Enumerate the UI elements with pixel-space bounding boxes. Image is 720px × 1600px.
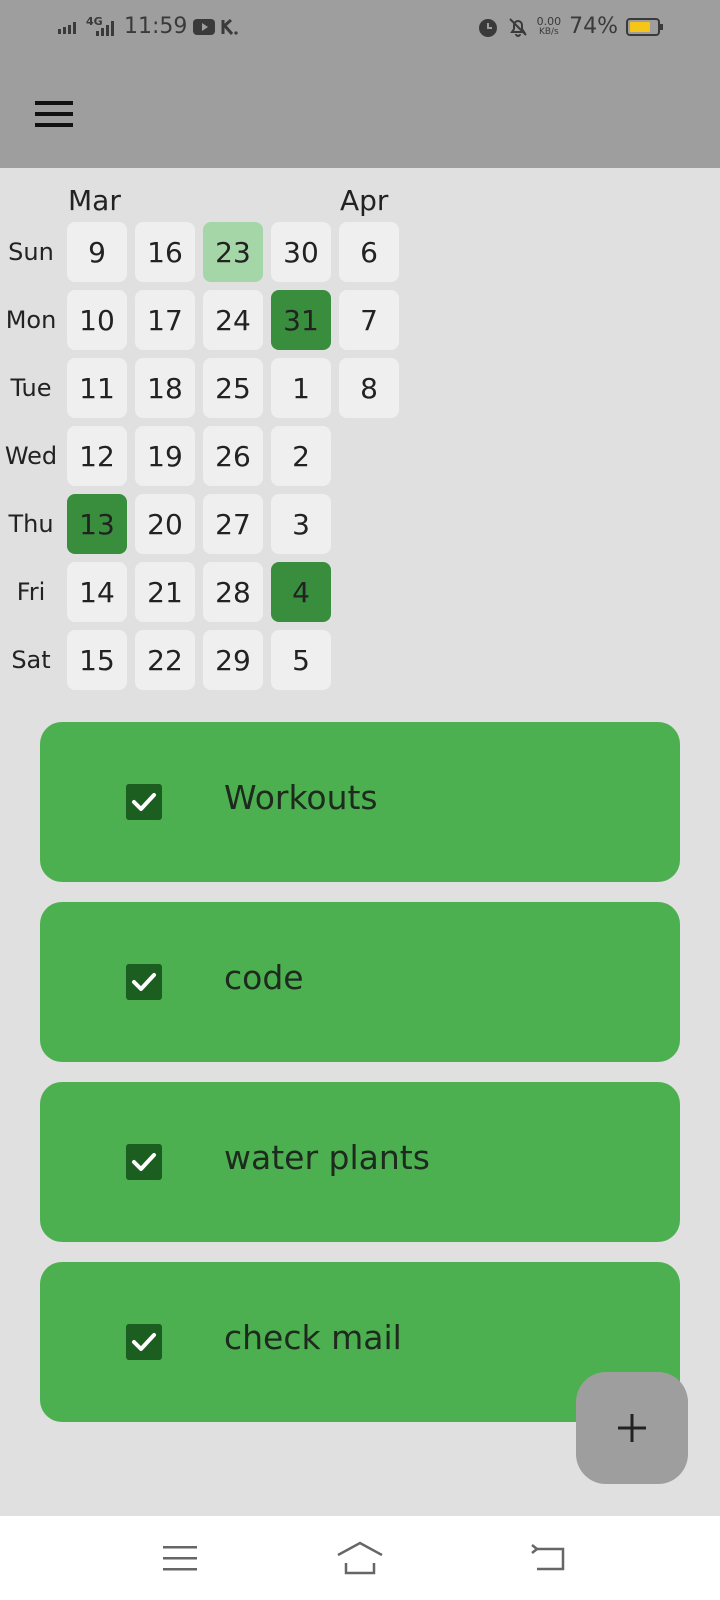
calendar-day-cell[interactable]: 7 bbox=[339, 290, 399, 350]
calendar-day-cell[interactable]: 21 bbox=[135, 562, 195, 622]
bell-off-icon bbox=[508, 17, 527, 37]
calendar-day-cell[interactable]: 4 bbox=[271, 562, 331, 622]
calendar-day-cell[interactable]: 10 bbox=[67, 290, 127, 350]
back-button[interactable] bbox=[518, 1536, 578, 1580]
recents-icon bbox=[163, 1546, 197, 1571]
day-name-wed: Wed bbox=[4, 442, 58, 470]
status-right: 0.00 KB/s 74% bbox=[477, 14, 664, 39]
check-icon bbox=[132, 793, 156, 811]
habit-label: water plants bbox=[224, 1138, 430, 1177]
habit-label: Workouts bbox=[224, 778, 378, 817]
calendar-day-cell[interactable]: 28 bbox=[203, 562, 263, 622]
calendar-day-cell[interactable]: 2 bbox=[271, 426, 331, 486]
speed-value: 0.00 bbox=[536, 14, 562, 28]
calendar-day-cell[interactable]: 17 bbox=[135, 290, 195, 350]
signal-icon bbox=[58, 21, 76, 34]
recents-button[interactable] bbox=[150, 1536, 210, 1580]
clock: 11:59 bbox=[124, 14, 188, 39]
network-speed: 0.00 KB/s bbox=[537, 16, 562, 38]
system-nav-bar bbox=[0, 1516, 720, 1600]
month-label-mar: Mar bbox=[68, 184, 121, 217]
calendar-day-cell[interactable]: 30 bbox=[271, 222, 331, 282]
habit-checkbox[interactable] bbox=[126, 1324, 162, 1360]
calendar-day-cell[interactable]: 3 bbox=[271, 494, 331, 554]
status-left: 4G 11:59 bbox=[58, 14, 239, 39]
calendar-day-cell[interactable]: 1 bbox=[271, 358, 331, 418]
day-name-tue: Tue bbox=[10, 374, 52, 402]
calendar-day-cell[interactable]: 9 bbox=[67, 222, 127, 282]
signal-4g-icon: 4G bbox=[86, 16, 118, 38]
home-button[interactable] bbox=[330, 1536, 390, 1580]
calendar-day-cell[interactable]: 29 bbox=[203, 630, 263, 690]
habit-card[interactable]: code bbox=[40, 902, 680, 1062]
check-icon bbox=[132, 973, 156, 991]
calendar-day-cell[interactable]: 8 bbox=[339, 358, 399, 418]
calendar-day-cell[interactable]: 26 bbox=[203, 426, 263, 486]
month-label-apr: Apr bbox=[340, 184, 389, 217]
battery-icon bbox=[626, 17, 663, 36]
calendar-day-cell[interactable]: 13 bbox=[67, 494, 127, 554]
day-name-thu: Thu bbox=[8, 510, 54, 538]
day-name-sat: Sat bbox=[11, 646, 51, 674]
calendar-day-cell[interactable]: 6 bbox=[339, 222, 399, 282]
menu-icon bbox=[35, 101, 73, 127]
calendar-day-cell[interactable]: 18 bbox=[135, 358, 195, 418]
check-icon bbox=[132, 1153, 156, 1171]
calendar-day-cell[interactable]: 27 bbox=[203, 494, 263, 554]
calendar-day-cell[interactable]: 12 bbox=[67, 426, 127, 486]
app-bar bbox=[0, 60, 720, 168]
calendar-day-cell[interactable]: 5 bbox=[271, 630, 331, 690]
calendar-day-cell[interactable]: 23 bbox=[203, 222, 263, 282]
calendar-heatmap: Mar Apr Sun Mon Tue Wed Thu Fri Sat 9 10 11 12 13 1… bbox=[0, 168, 720, 698]
plus-icon bbox=[618, 1414, 646, 1442]
alarm-icon bbox=[478, 18, 497, 37]
habit-label: code bbox=[224, 958, 304, 997]
speed-unit: KB/s bbox=[538, 26, 559, 37]
calendar-day-cell[interactable]: 31 bbox=[271, 290, 331, 350]
day-name-mon: Mon bbox=[5, 306, 57, 334]
check-icon bbox=[132, 1333, 156, 1351]
habit-checkbox[interactable] bbox=[126, 1144, 162, 1180]
k-app-icon bbox=[221, 18, 239, 35]
calendar-day-cell[interactable]: 22 bbox=[135, 630, 195, 690]
habit-checkbox[interactable] bbox=[126, 784, 162, 820]
habit-card[interactable]: water plants bbox=[40, 1082, 680, 1242]
calendar-day-cell[interactable]: 25 bbox=[203, 358, 263, 418]
calendar-day-cell[interactable]: 19 bbox=[135, 426, 195, 486]
home-icon bbox=[337, 1541, 383, 1575]
calendar-day-cell[interactable]: 11 bbox=[67, 358, 127, 418]
youtube-icon bbox=[193, 18, 216, 35]
back-icon bbox=[531, 1544, 565, 1571]
habit-card[interactable]: Workouts bbox=[40, 722, 680, 882]
habit-checkbox[interactable] bbox=[126, 964, 162, 1000]
menu-button[interactable] bbox=[28, 88, 80, 140]
battery-percent: 74% bbox=[569, 14, 618, 39]
status-bar: 4G 11:59 0.00 KB/s 74% bbox=[0, 0, 720, 60]
day-name-fri: Fri bbox=[16, 578, 46, 606]
calendar-day-cell[interactable]: 15 bbox=[67, 630, 127, 690]
calendar-day-cell[interactable]: 24 bbox=[203, 290, 263, 350]
add-habit-button[interactable] bbox=[576, 1372, 688, 1484]
calendar-day-cell[interactable]: 16 bbox=[135, 222, 195, 282]
calendar-day-cell[interactable]: 14 bbox=[67, 562, 127, 622]
day-name-sun: Sun bbox=[8, 238, 54, 266]
habit-label: check mail bbox=[224, 1318, 402, 1357]
calendar-day-cell[interactable]: 20 bbox=[135, 494, 195, 554]
